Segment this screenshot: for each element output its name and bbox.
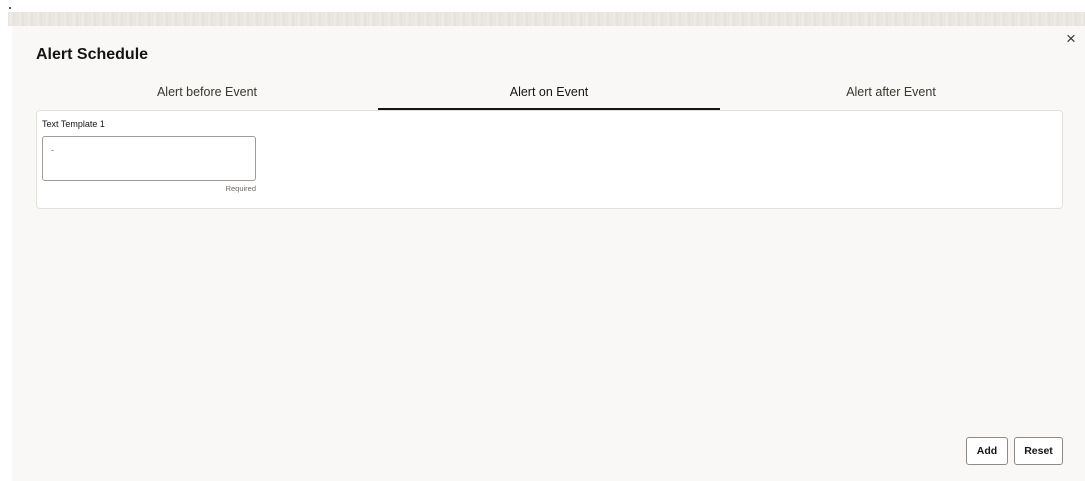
alert-schedule-dialog: Alert Schedule × Alert before Event Aler… [12, 26, 1085, 481]
required-hint: Required [225, 184, 256, 193]
add-button[interactable]: Add [966, 437, 1008, 465]
background-dot [9, 7, 11, 9]
text-template-input[interactable]: - [42, 136, 256, 181]
tab-alert-after-event[interactable]: Alert after Event [720, 83, 1062, 111]
dialog-title: Alert Schedule [36, 46, 149, 63]
tab-panel: Text Template 1 - Required [36, 110, 1063, 209]
text-template-label: Text Template 1 [42, 119, 105, 129]
background-strip [8, 12, 1085, 26]
close-icon[interactable]: × [1064, 30, 1078, 47]
tab-alert-before-event[interactable]: Alert before Event [36, 83, 378, 111]
tab-alert-on-event[interactable]: Alert on Event [378, 83, 720, 111]
tab-bar: Alert before Event Alert on Event Alert … [36, 83, 1062, 111]
reset-button[interactable]: Reset [1014, 437, 1063, 465]
